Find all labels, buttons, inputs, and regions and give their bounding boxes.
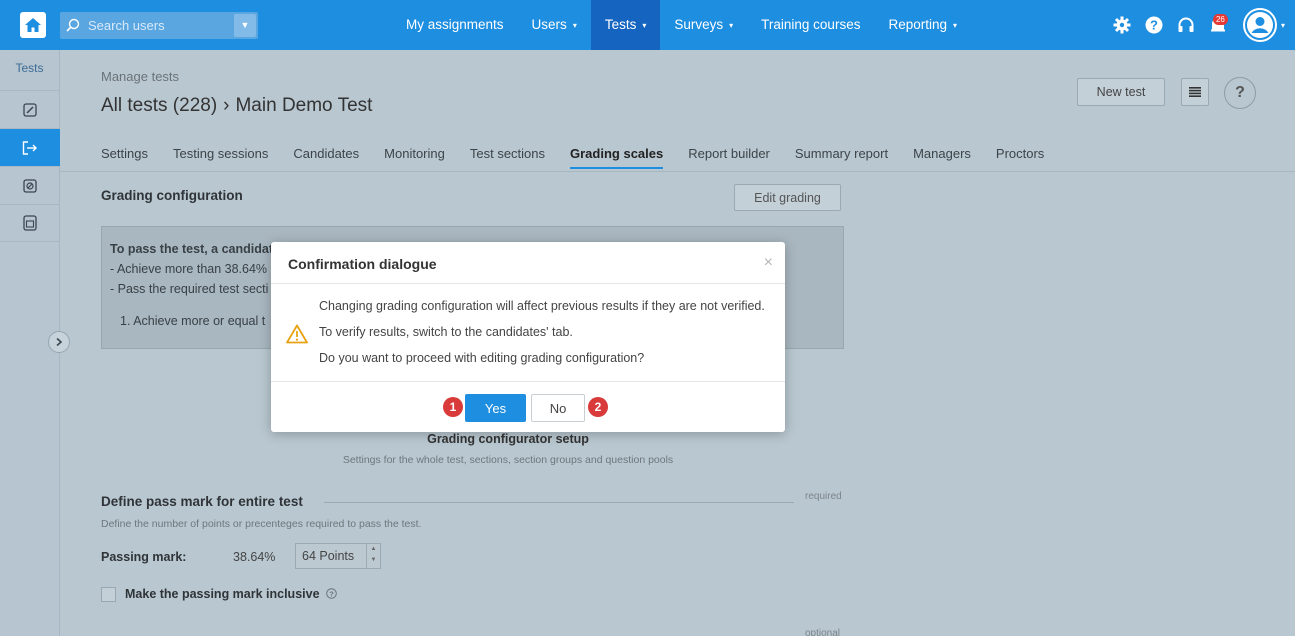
tab-testing-sessions[interactable]: Testing sessions bbox=[173, 146, 268, 169]
user-avatar[interactable] bbox=[1242, 8, 1277, 42]
sidebar-title: Tests bbox=[15, 61, 44, 75]
passing-mark-points-input[interactable]: 64 Points ▲ ▼ bbox=[295, 543, 381, 569]
dialog-header: Confirmation dialogue × bbox=[271, 242, 785, 284]
nav-tests[interactable]: Tests ▾ bbox=[590, 0, 661, 50]
dialog-message-line: Changing grading configuration will affe… bbox=[319, 299, 765, 313]
list-menu-button[interactable] bbox=[1181, 78, 1209, 106]
inclusive-checkbox[interactable] bbox=[101, 587, 116, 602]
help-icon[interactable]: ? bbox=[1141, 12, 1167, 38]
points-value: 64 Points bbox=[302, 549, 355, 563]
section-divider bbox=[324, 502, 794, 503]
chevron-right-icon bbox=[56, 337, 63, 347]
dialog-message-line: To verify results, switch to the candida… bbox=[319, 325, 573, 339]
dialog-footer: 1 Yes No 2 bbox=[271, 382, 785, 432]
dialog-body: Changing grading configuration will affe… bbox=[271, 284, 785, 382]
breadcrumb-current: Main Demo Test bbox=[235, 95, 373, 116]
yes-button[interactable]: Yes bbox=[465, 394, 526, 422]
points-stepper[interactable]: ▲ ▼ bbox=[366, 544, 380, 568]
grading-configuration-title: Grading configuration bbox=[101, 188, 243, 203]
passing-mark-label: Passing mark: bbox=[101, 550, 187, 564]
pass-mark-section-title: Define pass mark for entire test bbox=[101, 494, 303, 509]
test-tabs: Settings Testing sessions Candidates Mon… bbox=[101, 146, 1069, 169]
edit-grading-button[interactable]: Edit grading bbox=[734, 184, 841, 211]
gear-icon[interactable] bbox=[1109, 12, 1135, 38]
tab-managers[interactable]: Managers bbox=[913, 146, 971, 169]
sidebar-item-tests[interactable] bbox=[0, 128, 60, 166]
chevron-down-icon[interactable]: ▼ bbox=[371, 557, 377, 563]
tab-monitoring[interactable]: Monitoring bbox=[384, 146, 445, 169]
sidebar-item-courses[interactable] bbox=[0, 204, 60, 242]
nav-users[interactable]: Users ▾ bbox=[518, 0, 591, 50]
search-icon bbox=[66, 18, 80, 32]
survey-icon bbox=[23, 178, 37, 193]
search-placeholder: Search users bbox=[88, 18, 165, 33]
breadcrumb-separator: › bbox=[223, 95, 230, 116]
page-title: All tests (228) › Main Demo Test bbox=[101, 95, 372, 117]
tab-proctors[interactable]: Proctors bbox=[996, 146, 1044, 169]
step-marker-2: 2 bbox=[588, 397, 608, 417]
sidebar-item-surveys[interactable] bbox=[0, 166, 60, 204]
menu-icon bbox=[1189, 87, 1201, 97]
tab-grading-scales[interactable]: Grading scales bbox=[570, 146, 664, 169]
nav-reporting[interactable]: Reporting ▾ bbox=[874, 0, 971, 50]
tab-report-builder[interactable]: Report builder bbox=[688, 146, 770, 169]
top-right-icons: ? 26 ▾ bbox=[1103, 0, 1285, 50]
main-nav: My assignments Users ▾ Tests ▾ Surveys ▾ Tr… bbox=[392, 0, 971, 50]
warning-icon bbox=[286, 324, 308, 344]
page-subtitle: Manage tests bbox=[101, 69, 180, 84]
nav-training-courses[interactable]: Training courses bbox=[747, 0, 874, 50]
notification-badge: 26 bbox=[1212, 14, 1228, 25]
step-marker-1: 1 bbox=[443, 397, 463, 417]
pass-mark-description: Define the number of points or precenteg… bbox=[101, 518, 422, 530]
headset-icon[interactable] bbox=[1173, 12, 1199, 38]
required-label: required bbox=[805, 491, 842, 502]
home-icon[interactable] bbox=[20, 12, 46, 38]
dialog-message-line: Do you want to proceed with editing grad… bbox=[319, 351, 645, 365]
top-navbar: Search users ▼ My assignments Users ▾ Tes… bbox=[0, 0, 1295, 50]
nav-surveys[interactable]: Surveys ▾ bbox=[660, 0, 747, 50]
chevron-down-icon: ▾ bbox=[642, 21, 647, 30]
configurator-setup-title: Grading configurator setup bbox=[427, 432, 589, 446]
close-icon[interactable]: × bbox=[764, 254, 773, 272]
confirmation-dialog: Confirmation dialogue × Changing grading… bbox=[271, 242, 785, 432]
search-users-input[interactable]: Search users ▼ bbox=[60, 12, 258, 39]
new-test-button[interactable]: New test bbox=[1077, 78, 1165, 106]
expand-sidebar-button[interactable] bbox=[48, 331, 70, 353]
inclusive-checkbox-label: Make the passing mark inclusive ? bbox=[125, 587, 337, 601]
course-icon bbox=[23, 215, 37, 231]
chevron-up-icon[interactable]: ▲ bbox=[371, 546, 377, 552]
chevron-down-icon: ▾ bbox=[572, 21, 577, 30]
nav-my-assignments[interactable]: My assignments bbox=[392, 0, 518, 50]
svg-text:?: ? bbox=[329, 589, 334, 598]
edit-icon bbox=[23, 102, 37, 117]
no-button[interactable]: No bbox=[531, 394, 585, 422]
tab-candidates[interactable]: Candidates bbox=[293, 146, 359, 169]
chevron-down-icon[interactable]: ▾ bbox=[1281, 21, 1285, 30]
info-icon[interactable]: ? bbox=[326, 588, 337, 599]
help-button[interactable]: ? bbox=[1224, 77, 1256, 109]
notifications-icon[interactable]: 26 bbox=[1205, 12, 1231, 38]
exit-icon bbox=[22, 140, 37, 155]
svg-text:?: ? bbox=[1150, 18, 1158, 33]
tab-settings[interactable]: Settings bbox=[101, 146, 148, 169]
chevron-down-icon: ▾ bbox=[953, 21, 958, 30]
configurator-setup-subtitle: Settings for the whole test, sections, s… bbox=[342, 454, 674, 466]
chevron-down-icon: ▾ bbox=[729, 21, 734, 30]
passing-mark-percent: 38.64% bbox=[233, 550, 276, 564]
optional-label: optional bbox=[805, 628, 841, 636]
tab-test-sections[interactable]: Test sections bbox=[470, 146, 545, 169]
tabs-divider bbox=[60, 171, 1295, 172]
search-dropdown-button[interactable]: ▼ bbox=[234, 14, 256, 37]
breadcrumb-root[interactable]: All tests (228) bbox=[101, 95, 217, 116]
sidebar-item-edit[interactable] bbox=[0, 90, 60, 128]
tab-summary-report[interactable]: Summary report bbox=[795, 146, 888, 169]
dialog-title: Confirmation dialogue bbox=[288, 256, 437, 272]
